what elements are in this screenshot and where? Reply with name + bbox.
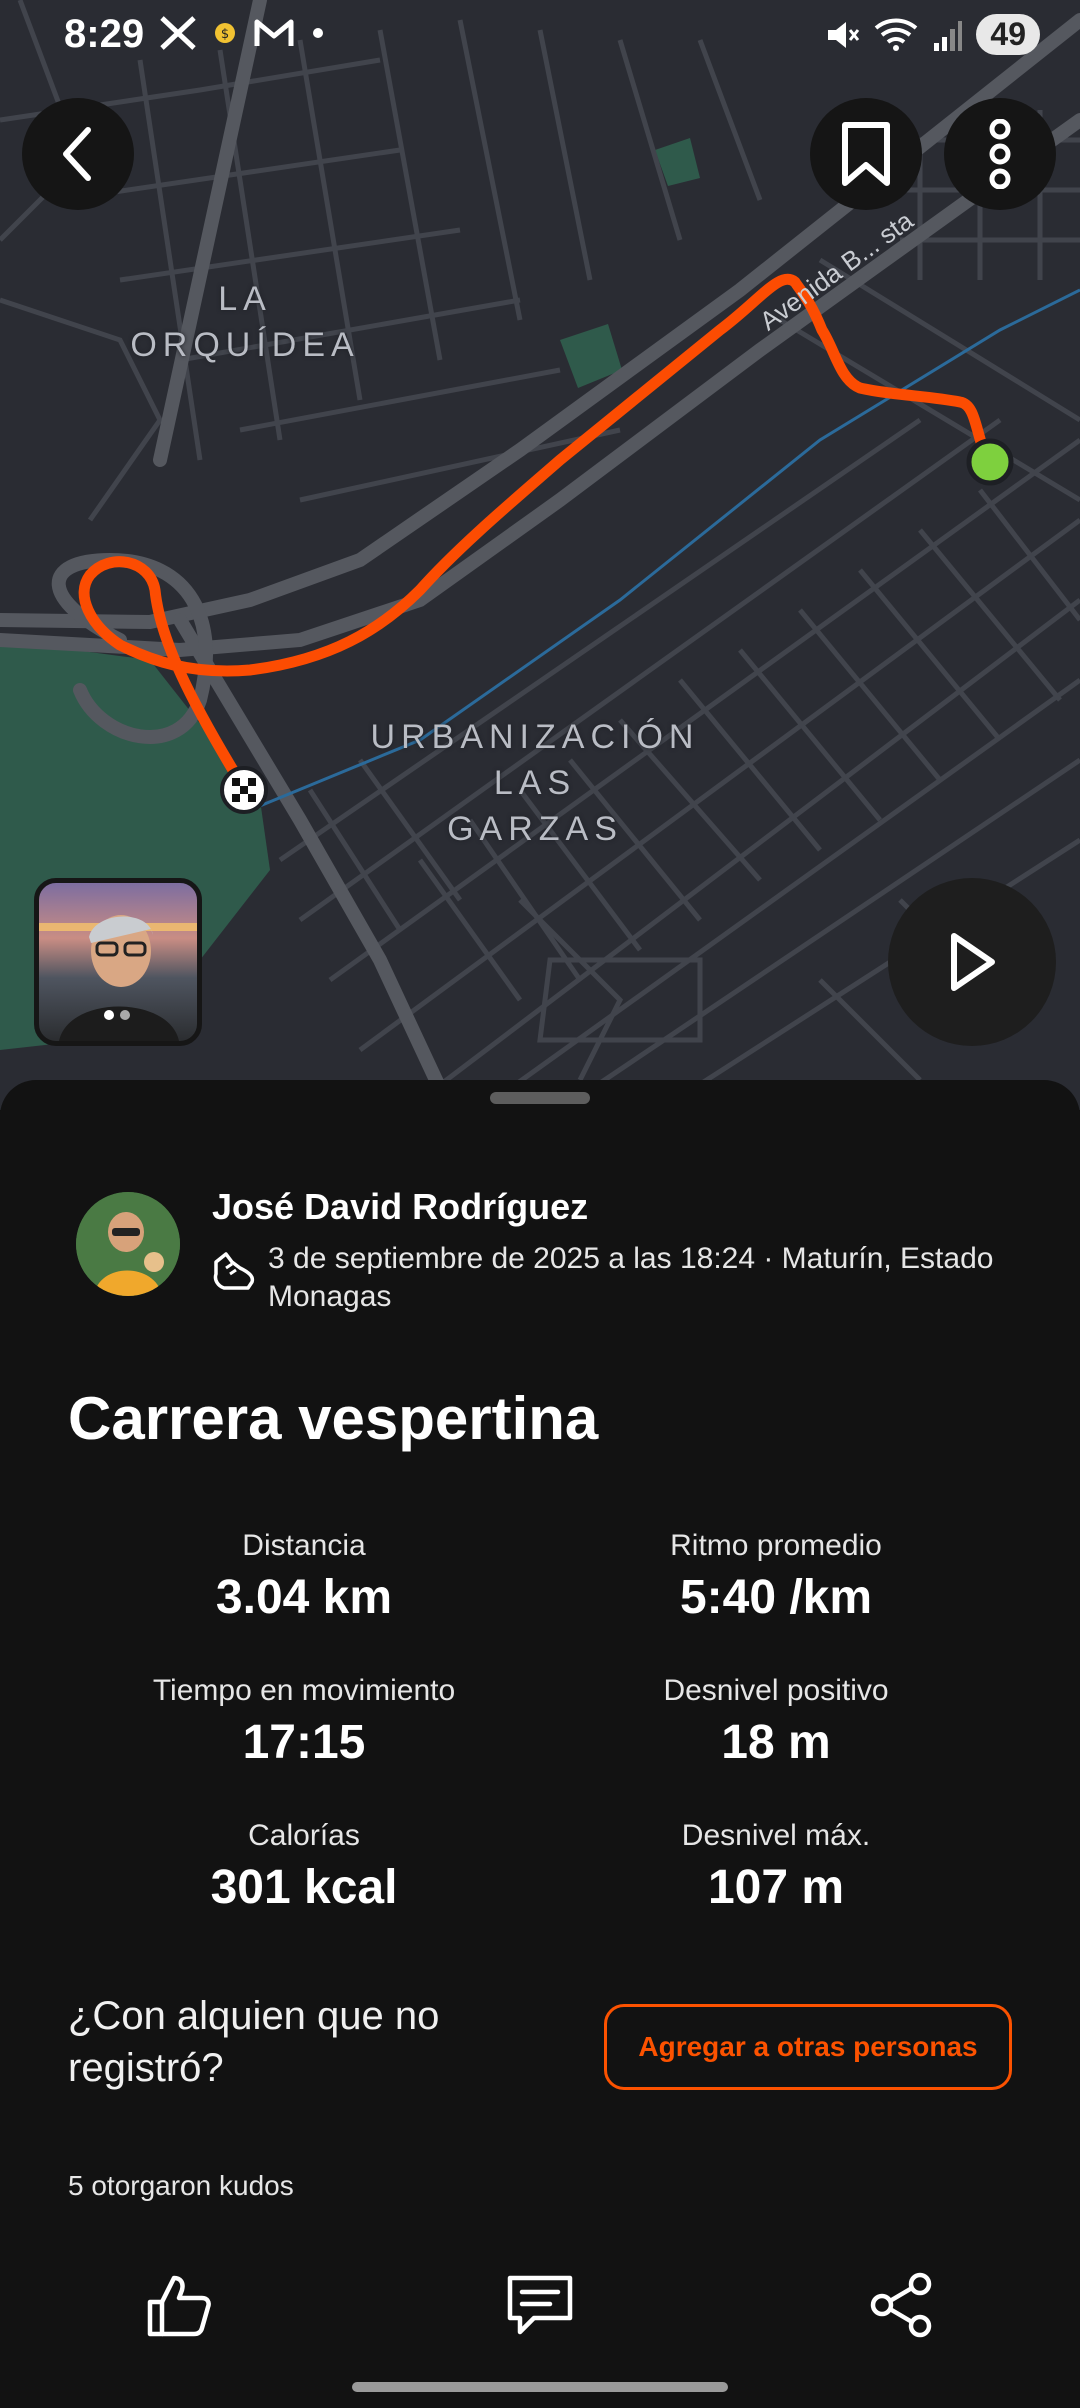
athlete-name[interactable]: José David Rodríguez xyxy=(212,1186,588,1228)
coin-icon: $ xyxy=(215,23,235,43)
status-time: 8:29 xyxy=(64,12,145,56)
signal-icon xyxy=(934,20,963,51)
stat-moving-time: Tiempo en movimiento 17:15 xyxy=(64,1673,544,1773)
stat-value: 107 m xyxy=(707,1861,845,1914)
stat-label: Ritmo promedio xyxy=(670,1529,882,1562)
with-others-prompt: ¿Con alquien que no registró? xyxy=(68,1994,440,2090)
x-icon xyxy=(160,16,196,50)
kudos-count[interactable]: 5 otorgaron kudos xyxy=(68,2170,294,2202)
bookmark-icon xyxy=(842,122,890,186)
more-vertical-icon xyxy=(989,119,1011,189)
add-others-button[interactable]: Agregar a otras personas xyxy=(604,2004,1012,2090)
battery-indicator: 49 xyxy=(976,14,1040,55)
stat-value: 301 kcal xyxy=(210,1861,398,1914)
avatar[interactable] xyxy=(76,1192,180,1296)
play-icon xyxy=(951,933,995,991)
stat-distance: Distancia 3.04 km xyxy=(64,1528,544,1628)
route-start-marker xyxy=(966,438,1014,486)
status-bar: 8:29 $ 49 xyxy=(0,0,1080,72)
action-bar xyxy=(0,2260,1080,2370)
stat-value: 3.04 km xyxy=(215,1571,393,1624)
stat-label: Desnivel máx. xyxy=(681,1819,871,1852)
stat-value: 18 m xyxy=(721,1716,831,1769)
svg-text:$: $ xyxy=(221,27,229,42)
comment-button[interactable] xyxy=(495,2260,585,2350)
route-finish-marker xyxy=(220,766,268,814)
back-button[interactable] xyxy=(22,98,134,210)
notification-icons: $ xyxy=(160,16,324,50)
dot-icon xyxy=(313,28,323,38)
map-label-urbanizacion: URBANIZACIÓN LAS GARZAS xyxy=(370,718,700,848)
run-shoe-icon xyxy=(213,1252,255,1290)
stat-label: Distancia xyxy=(242,1529,366,1562)
person-photo-icon xyxy=(39,915,197,1041)
route-map[interactable]: LA ORQUÍDEA URBANIZACIÓN LAS GARZAS Aven… xyxy=(0,0,1080,1110)
wifi-icon xyxy=(875,18,918,51)
activity-details-sheet: José David Rodríguez 3 de septiembre de … xyxy=(0,1080,1080,2408)
kudos-button[interactable] xyxy=(134,2260,224,2350)
stat-label: Desnivel positivo xyxy=(663,1674,889,1707)
stat-avg-pace: Ritmo promedio 5:40 /km xyxy=(536,1528,1016,1628)
home-indicator[interactable] xyxy=(352,2382,728,2392)
stat-label: Calorías xyxy=(248,1819,360,1852)
more-options-button[interactable] xyxy=(944,98,1056,210)
map-label-la-orquidea: LA ORQUÍDEA xyxy=(130,280,360,364)
activity-date-location: 3 de septiembre de 2025 a las 18:24 · Ma… xyxy=(268,1242,994,1313)
stat-label: Tiempo en movimiento xyxy=(152,1674,456,1707)
mute-icon xyxy=(828,21,860,48)
stat-elevation-gain: Desnivel positivo 18 m xyxy=(536,1673,1016,1773)
activity-title: Carrera vespertina xyxy=(68,1385,599,1452)
play-flyover-button[interactable] xyxy=(888,878,1056,1046)
stat-value: 17:15 xyxy=(242,1716,366,1769)
back-icon xyxy=(63,127,91,181)
sheet-drag-handle[interactable] xyxy=(490,1092,590,1104)
thumbs-up-icon xyxy=(147,2275,211,2337)
athlete-avatar-icon xyxy=(76,1192,180,1296)
bookmark-button[interactable] xyxy=(810,98,922,210)
activity-photo-thumbnail[interactable] xyxy=(34,878,202,1046)
stat-value: 5:40 /km xyxy=(679,1571,873,1624)
comment-icon xyxy=(507,2275,573,2335)
gmail-icon xyxy=(254,19,294,46)
share-icon xyxy=(870,2272,932,2338)
share-button[interactable] xyxy=(856,2260,946,2350)
system-icons: 49 xyxy=(824,14,1040,55)
stat-calories: Calorías 301 kcal xyxy=(64,1818,544,1918)
stat-max-elevation: Desnivel máx. 107 m xyxy=(536,1818,1016,1918)
